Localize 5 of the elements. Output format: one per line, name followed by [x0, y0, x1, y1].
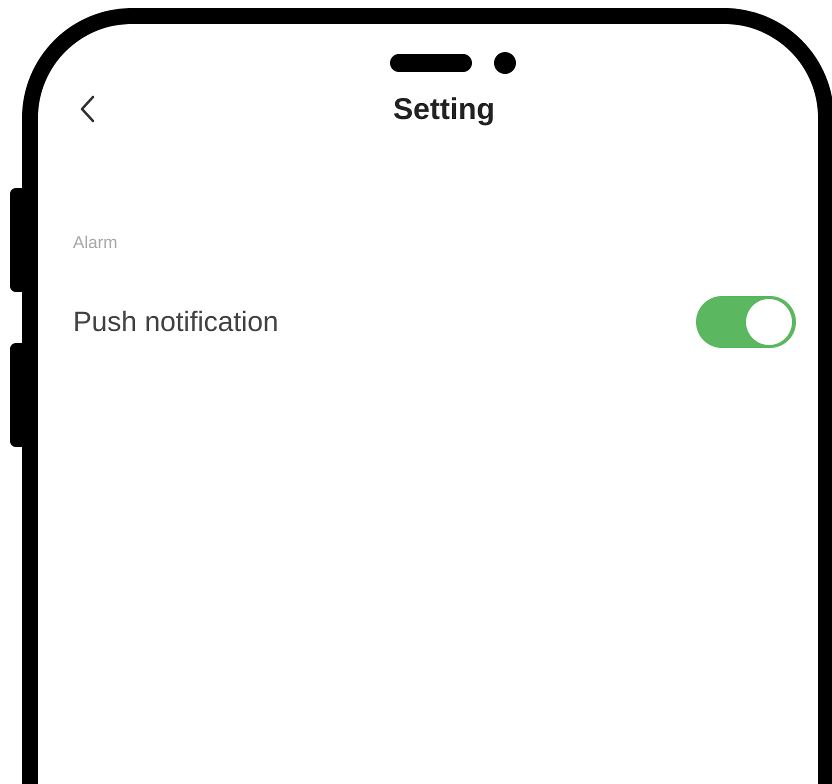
setting-label: Push notification: [73, 304, 278, 338]
toggle-switch[interactable]: [696, 296, 796, 348]
page-title: Setting: [393, 92, 495, 128]
section-title: Alarm: [73, 232, 118, 254]
back-icon: [79, 95, 95, 123]
